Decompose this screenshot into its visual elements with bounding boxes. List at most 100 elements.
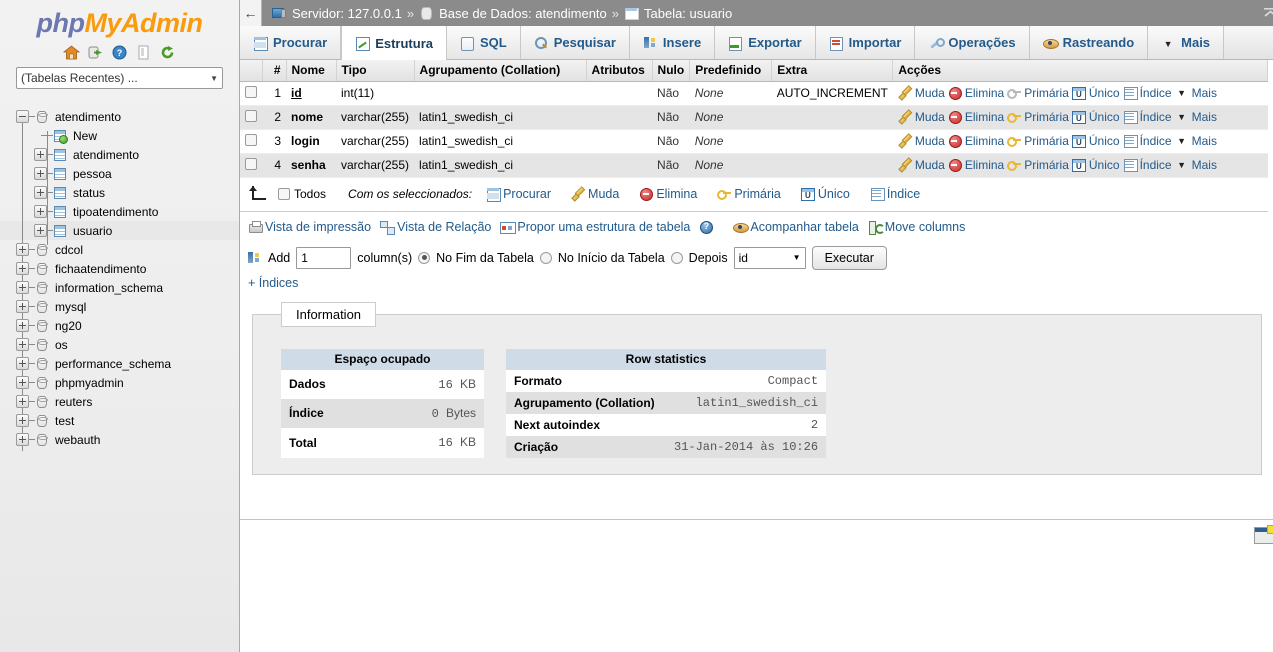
action-indice[interactable]: Índice (1123, 110, 1172, 124)
tree-node-performance-schema[interactable]: performance_schema (0, 354, 239, 373)
row-checkbox-cell[interactable] (240, 81, 262, 106)
tree-node-cdcol[interactable]: cdcol (0, 240, 239, 259)
tab-estrutura[interactable]: Estrutura (341, 26, 447, 60)
tree-node-atendimento-table[interactable]: atendimento (0, 145, 239, 164)
execute-button[interactable]: Executar (811, 245, 887, 270)
tab-operacoes[interactable]: Operações (915, 26, 1030, 59)
tree-node-new-table[interactable]: New (0, 126, 239, 145)
add-count-input[interactable]: 1 (296, 246, 352, 269)
breadcrumb-server[interactable]: Servidor: 127.0.0.1 (292, 6, 402, 21)
expand-toggle-icon[interactable] (34, 186, 47, 199)
col-tipo[interactable]: Tipo (336, 60, 415, 82)
link-help[interactable] (699, 220, 716, 234)
reload-icon[interactable] (159, 44, 176, 61)
action-elimina[interactable]: Elimina (948, 134, 1004, 148)
bulk-action-primaria[interactable]: Primária (717, 187, 781, 201)
action-muda[interactable]: Muda (898, 86, 945, 100)
tree-node-reuters[interactable]: reuters (0, 392, 239, 411)
action-elimina[interactable]: Elimina (948, 158, 1004, 172)
link-vista-impressao[interactable]: Vista de impressão (248, 220, 371, 234)
action-mais[interactable]: ▼ Mais (1175, 158, 1217, 172)
tree-node-information-schema[interactable]: information_schema (0, 278, 239, 297)
action-unico[interactable]: Único (1071, 134, 1120, 148)
radio-at-end[interactable] (418, 251, 431, 264)
expand-toggle-icon[interactable] (16, 243, 29, 256)
bulk-action-indice[interactable]: Índice (870, 187, 920, 201)
expand-toggle-icon[interactable] (16, 395, 29, 408)
bulk-action-muda[interactable]: Muda (571, 187, 619, 201)
row-checkbox-cell[interactable] (240, 105, 262, 130)
tree-node-test[interactable]: test (0, 411, 239, 430)
row-checkbox[interactable] (245, 109, 257, 122)
bulk-action-elimina[interactable]: Elimina (639, 187, 697, 201)
tree-node-usuario[interactable]: usuario (0, 221, 239, 240)
action-unico[interactable]: Único (1071, 158, 1120, 172)
tree-node-fichaatendimento[interactable]: fichaatendimento (0, 259, 239, 278)
phpmyadmin-logo[interactable]: phpMyAdmin (0, 0, 239, 41)
tab-procurar[interactable]: Procurar (240, 26, 342, 59)
help-icon[interactable]: ? (111, 44, 128, 61)
row-checkbox[interactable] (245, 133, 257, 146)
col-num[interactable]: # (262, 60, 287, 82)
tab-mais[interactable]: ▼ Mais (1148, 26, 1225, 59)
expand-toggle-icon[interactable] (34, 148, 47, 161)
indices-toggle-link[interactable]: + Índices (240, 274, 1273, 290)
tab-exportar[interactable]: Exportar (715, 26, 816, 59)
expand-toggle-icon[interactable] (16, 433, 29, 446)
radio-at-end-label[interactable]: No Fim da Tabela (436, 251, 534, 265)
action-mais[interactable]: ▼ Mais (1175, 110, 1217, 124)
collapse-navigation-icon[interactable] (1262, 5, 1273, 21)
action-elimina[interactable]: Elimina (948, 86, 1004, 100)
col-extra[interactable]: Extra (771, 60, 894, 82)
after-column-select[interactable]: id ▼ (733, 246, 806, 269)
tree-node-pessoa[interactable]: pessoa (0, 164, 239, 183)
back-button[interactable]: ← (240, 0, 262, 26)
check-all-label[interactable]: Todos (294, 187, 326, 201)
tree-node-atendimento-db[interactable]: atendimento (0, 107, 239, 126)
expand-toggle-icon[interactable] (16, 319, 29, 332)
recent-tables-select[interactable]: (Tabelas Recentes) ... ▼ (16, 67, 223, 89)
tree-node-mysql[interactable]: mysql (0, 297, 239, 316)
docs-icon[interactable] (135, 44, 152, 61)
tab-sql[interactable]: SQL (447, 26, 521, 59)
expand-toggle-icon[interactable] (34, 167, 47, 180)
link-acompanhar-tabela[interactable]: Acompanhar tabela (733, 220, 859, 234)
row-checkbox[interactable] (245, 85, 257, 98)
tab-rastreando[interactable]: Rastreando (1029, 26, 1149, 59)
expand-toggle-icon[interactable] (34, 205, 47, 218)
col-nome[interactable]: Nome (286, 60, 337, 82)
tab-importar[interactable]: Importar (815, 26, 916, 59)
link-propor-estrutura[interactable]: Propor uma estrutura de tabela (500, 220, 690, 234)
action-indice[interactable]: Índice (1123, 86, 1172, 100)
breadcrumb-database[interactable]: Base de Dados: atendimento (439, 6, 607, 21)
expand-toggle-icon[interactable] (16, 357, 29, 370)
expand-toggle-icon[interactable] (16, 414, 29, 427)
action-unico[interactable]: Único (1071, 110, 1120, 124)
action-muda[interactable]: Muda (898, 158, 945, 172)
expand-toggle-icon[interactable] (16, 262, 29, 275)
radio-at-start[interactable] (539, 251, 552, 264)
tree-node-os[interactable]: os (0, 335, 239, 354)
collapse-toggle-icon[interactable] (16, 110, 29, 123)
expand-toggle-icon[interactable] (16, 300, 29, 313)
link-move-columns[interactable]: Move columns (868, 220, 965, 235)
tree-node-phpmyadmin[interactable]: phpmyadmin (0, 373, 239, 392)
check-all-arrow-icon[interactable] (248, 186, 270, 202)
col-predefinido[interactable]: Predefinido (689, 60, 773, 82)
tab-pesquisar[interactable]: Pesquisar (520, 26, 630, 59)
action-primaria[interactable]: Primária (1007, 158, 1069, 172)
col-nulo[interactable]: Nulo (652, 60, 691, 82)
col-collation[interactable]: Agrupamento (Collation) (414, 60, 587, 82)
radio-after[interactable] (670, 251, 683, 264)
row-checkbox[interactable] (245, 157, 257, 170)
action-mais[interactable]: ▼ Mais (1175, 86, 1217, 100)
link-vista-relacao[interactable]: Vista de Relação (380, 220, 491, 235)
logout-icon[interactable] (87, 44, 104, 61)
action-primaria[interactable]: Primária (1007, 110, 1069, 124)
bulk-action-unico[interactable]: Único (800, 187, 850, 201)
action-primaria[interactable]: Primária (1007, 86, 1069, 100)
bulk-action-procurar[interactable]: Procurar (486, 187, 551, 202)
action-indice[interactable]: Índice (1123, 134, 1172, 148)
home-icon[interactable] (62, 44, 81, 61)
action-elimina[interactable]: Elimina (948, 110, 1004, 124)
